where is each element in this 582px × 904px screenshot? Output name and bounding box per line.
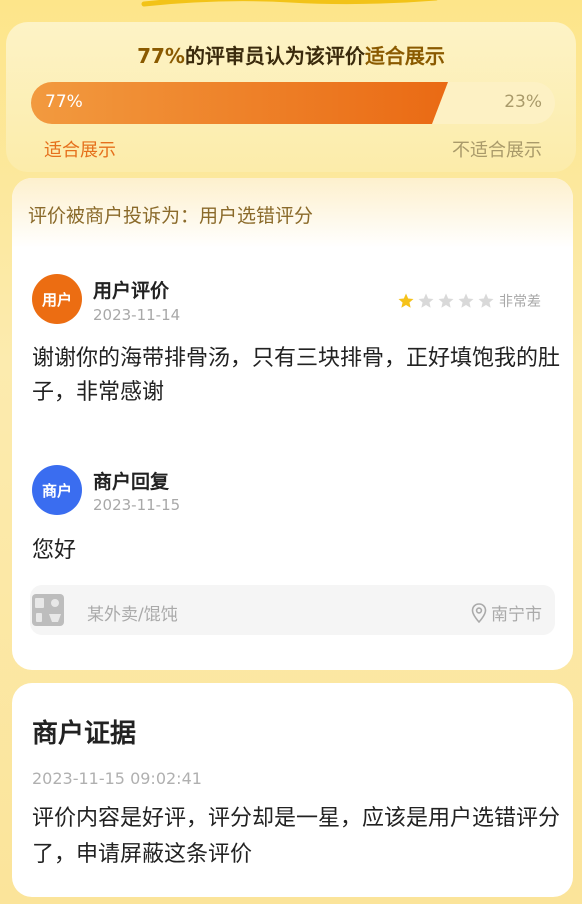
user-review-text: 谢谢你的海带排骨汤，只有三块排骨，正好填饱我的肚子，非常感谢 [32,346,561,405]
unsuitable-label: 不适合展示 [452,140,542,161]
star-empty-icon [478,293,494,308]
evidence-title: 商户证据 [32,719,137,749]
location-pin-icon [471,602,487,623]
evidence-text: 评价内容是好评，评分却是一星，应该是用户选错评分了，申请屏蔽这条评价 [32,806,561,867]
vote-progress-fill [31,82,448,124]
star-filled-icon [398,293,414,308]
merchant-avatar: 商户 [32,465,82,515]
user-review-title: 用户评价 [93,280,170,302]
star-empty-icon [418,293,434,308]
complaint-label: 评价被商户投诉为：用户选错评分 [28,205,314,227]
star-empty-icon [458,293,474,308]
star-empty-icon [438,293,454,308]
merchant-reply-title: 商户回复 [93,471,170,493]
store-location: 南宁市 [471,600,542,625]
rating-text: 非常差 [499,294,541,310]
store-location-text: 南宁市 [491,605,542,625]
merchant-reply-date: 2023-11-15 [93,496,181,514]
star-rating: 非常差 [397,291,541,311]
evidence-time: 2023-11-15 09:02:41 [32,769,202,788]
store-name: 某外卖/馄饨 [87,605,178,625]
decorative-swoosh [141,0,438,7]
merchant-reply-text: 您好 [32,538,77,563]
vote-progress-bar [31,82,555,124]
vote-title: 77%的评审员认为该评价适合展示 [0,40,582,69]
suitable-percent: 77% [45,92,83,112]
unsuitable-percent: 23% [504,92,542,112]
user-avatar: 用户 [32,274,82,324]
vote-title-text: 的评审员认为该评价 [184,44,365,68]
vote-title-percent: 77% [137,44,185,68]
suitable-label: 适合展示 [44,140,116,161]
vote-title-accent: 适合展示 [364,44,445,68]
star-list [397,292,497,310]
user-review-date: 2023-11-14 [93,306,181,324]
store-thumbnail-icon [32,594,64,626]
